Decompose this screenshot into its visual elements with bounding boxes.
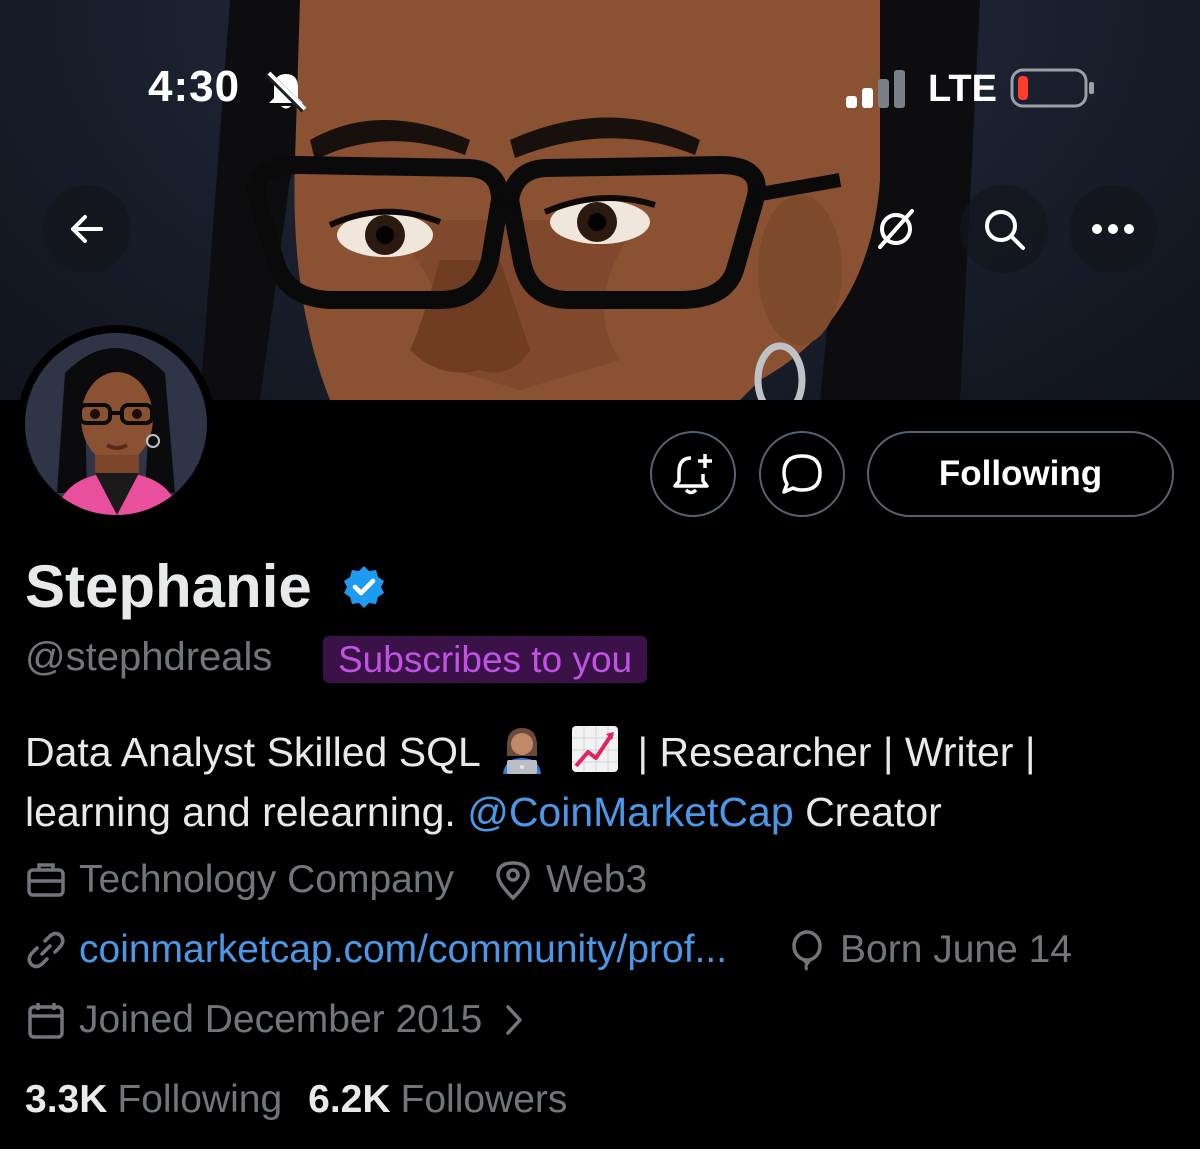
bio-text-3: learning and relearning. (25, 789, 468, 835)
grok-button[interactable] (852, 185, 940, 273)
arrow-left-icon (71, 215, 103, 243)
following-label: Following (117, 1078, 283, 1121)
category-text: Technology Company (79, 858, 455, 901)
status-time: 4:30 (148, 62, 241, 111)
joined-text: Joined December 2015 (79, 998, 483, 1041)
profile-bio: Data Analyst Skilled SQL | Researcher | … (25, 722, 1175, 842)
avatar[interactable] (17, 325, 215, 523)
website-link[interactable]: coinmarketcap.com/community/prof... (79, 928, 727, 972)
grok-icon (878, 209, 914, 249)
profile-joined[interactable]: Joined December 2015 (25, 998, 534, 1042)
more-horizontal-icon (1092, 224, 1134, 234)
notifications-button[interactable] (650, 431, 736, 517)
subscribes-badge: Subscribes to you (323, 636, 648, 683)
balloon-icon (792, 930, 822, 971)
bio-text-2: | Researcher | Writer | (637, 729, 1036, 775)
bio-mention-link[interactable]: @CoinMarketCap (467, 789, 793, 835)
chat-bubble-icon (782, 454, 822, 494)
bio-text-1: Data Analyst Skilled SQL (25, 729, 480, 775)
profile-name: Stephanie (25, 553, 312, 620)
calendar-icon (28, 1003, 64, 1039)
followers-label: Followers (400, 1078, 568, 1121)
following-button[interactable]: Following (867, 431, 1174, 517)
following-count-link[interactable]: 3.3K Following (25, 1078, 282, 1122)
followers-count-link[interactable]: 6.2K Followers (308, 1078, 567, 1122)
profile-handle: @stephdreals (25, 635, 273, 679)
link-icon (27, 931, 65, 969)
profile-category: Technology Company (25, 858, 454, 902)
birthday-text: Born June 14 (840, 928, 1073, 971)
location-text: Web3 (546, 858, 648, 901)
more-button[interactable] (1069, 185, 1157, 273)
signal-icon (846, 70, 905, 108)
following-count: 3.3K (25, 1078, 108, 1121)
chevron-right-icon (506, 1005, 523, 1035)
woman-technologist-emoji (502, 728, 541, 774)
verified-badge-icon[interactable] (341, 564, 387, 610)
message-button[interactable] (759, 431, 845, 517)
avatar-illustration (25, 333, 207, 515)
profile-birthday: Born June 14 (786, 928, 1072, 972)
bell-off-icon (265, 71, 307, 112)
followers-count: 6.2K (308, 1078, 391, 1121)
chart-increasing-emoji (572, 726, 619, 772)
search-icon (985, 210, 1025, 250)
search-button[interactable] (960, 185, 1048, 273)
network-type: LTE (928, 68, 997, 110)
battery-icon (1010, 68, 1094, 108)
bio-text-4: Creator (793, 789, 942, 835)
follow-stats: 3.3K Following 6.2K Followers (25, 1078, 593, 1122)
profile-location: Web3 (492, 858, 647, 902)
back-button[interactable] (43, 185, 131, 273)
profile-website[interactable]: coinmarketcap.com/community/prof... (25, 928, 727, 972)
location-pin-icon (496, 861, 530, 901)
bell-plus-icon (673, 454, 712, 495)
briefcase-icon (27, 863, 65, 897)
